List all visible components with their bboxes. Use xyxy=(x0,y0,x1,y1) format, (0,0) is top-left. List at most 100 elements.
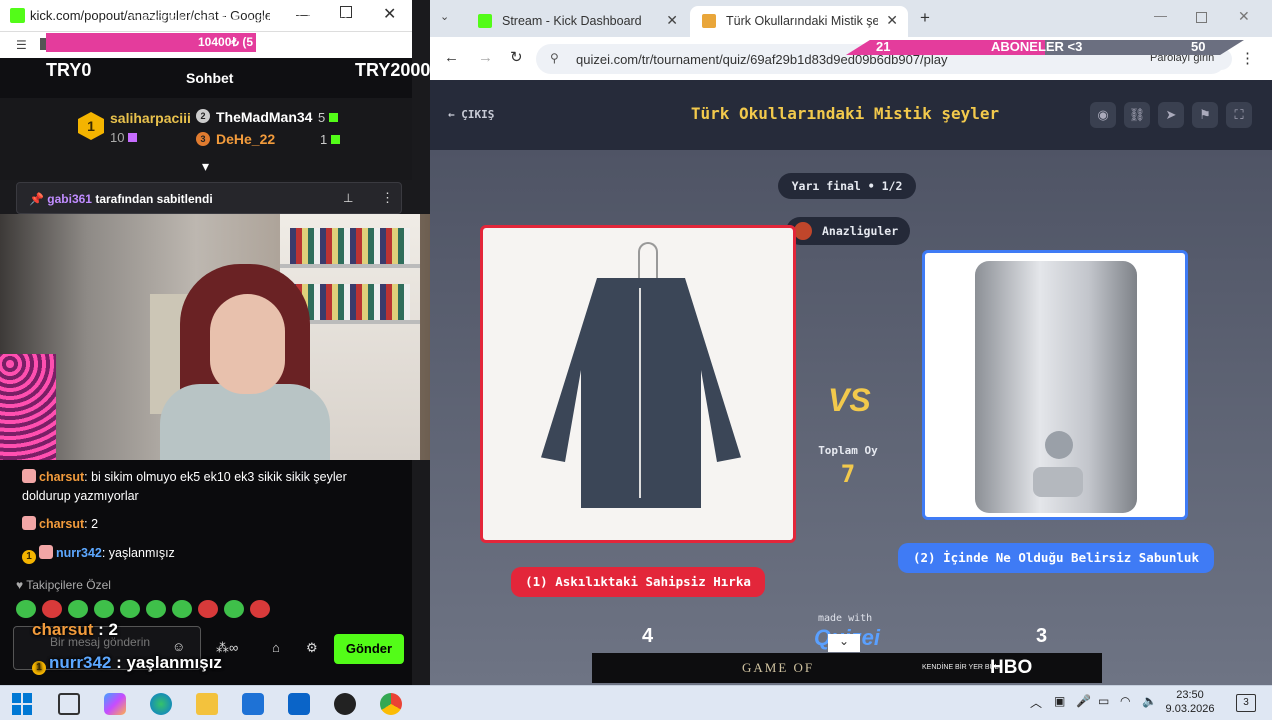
option-2-label[interactable]: (2) İçinde Ne Olduğu Belirsiz Sabunluk xyxy=(898,543,1214,573)
settings-gear-icon[interactable]: ⚙ xyxy=(306,640,318,656)
send-button[interactable]: Gönder xyxy=(334,634,404,664)
file-explorer-icon[interactable] xyxy=(196,693,218,715)
chat-username[interactable]: nurr342 xyxy=(56,546,102,560)
soap-dispenser-image xyxy=(975,261,1137,513)
task-view-icon[interactable] xyxy=(58,693,80,715)
hanger-image xyxy=(638,242,658,282)
close-window-button[interactable]: ✕ xyxy=(1238,8,1250,25)
chat-message: 1 nurr342: yaşlanmışız xyxy=(22,544,175,564)
author-chip[interactable]: Anazliguler xyxy=(786,217,910,245)
tab-strip: ⌄ Stream - Kick Dashboard ✕ Türk Okullar… xyxy=(430,0,1272,37)
close-button[interactable]: ✕ xyxy=(383,4,396,24)
cat-badge-icon xyxy=(39,545,53,559)
chat-messages: charsut: bi sikim olmuyo ek5 ek10 ek3 si… xyxy=(0,460,412,685)
zipper-image xyxy=(639,288,641,498)
expand-chevron-icon[interactable]: ▾ xyxy=(202,158,209,175)
overlay-bar-left: 21 xyxy=(876,39,891,54)
collapse-ad-chevron-icon[interactable]: ⌄ xyxy=(828,634,860,652)
emote-icon[interactable] xyxy=(68,600,88,618)
tray-app-icon[interactable]: ▣ xyxy=(1054,694,1065,708)
chat-username[interactable]: charsut xyxy=(39,470,84,484)
unpin-icon[interactable]: ⊥ xyxy=(343,191,353,205)
emote-row[interactable] xyxy=(16,600,276,620)
exit-button[interactable]: ← ÇIKIŞ xyxy=(448,108,494,121)
emote-icon[interactable] xyxy=(250,600,270,618)
leaderboard-header: TRY0 Sohbet TRY2000 xyxy=(0,58,430,98)
minimize-button[interactable]: — xyxy=(1154,8,1167,23)
tab-search-icon[interactable]: ⌄ xyxy=(440,10,449,23)
emote-icon[interactable] xyxy=(16,600,36,618)
chrome-icon[interactable] xyxy=(380,693,402,715)
emote-icon[interactable] xyxy=(94,600,114,618)
emote-icon[interactable] xyxy=(172,600,192,618)
volume-icon[interactable]: 🔈 xyxy=(1142,694,1157,708)
pin-icon: 📌 xyxy=(29,192,48,206)
store-icon[interactable]: ⌂ xyxy=(272,640,280,655)
flag-icon[interactable]: ⚑ xyxy=(1192,102,1218,128)
back-icon[interactable]: ← xyxy=(444,49,459,66)
site-settings-icon[interactable]: ☰ xyxy=(16,38,27,52)
quizei-favicon-icon xyxy=(702,14,716,28)
outlook-icon[interactable] xyxy=(288,693,310,715)
total-votes-label: Toplam Oy xyxy=(818,444,878,457)
emote-icon[interactable] xyxy=(146,600,166,618)
microphone-icon[interactable]: 🎤 xyxy=(1076,694,1091,708)
streamer-body xyxy=(160,384,330,460)
chat-username[interactable]: charsut xyxy=(39,517,84,531)
cat-badge-icon xyxy=(22,469,36,483)
gifter-3-name[interactable]: DeHe_22 xyxy=(216,131,275,147)
notification-center-icon[interactable]: 3 xyxy=(1236,694,1256,712)
overlay-bar-right: 50 xyxy=(1191,39,1206,54)
more-options-icon[interactable]: ⋮ xyxy=(381,190,394,206)
option-1-label[interactable]: (1) Askılıktaki Sahipsiz Hırka xyxy=(511,567,765,597)
chat-title: Sohbet xyxy=(186,70,234,86)
tab-label: Türk Okullarındaki Mistik şeyler xyxy=(726,14,878,28)
new-tab-button[interactable]: + xyxy=(920,8,930,28)
emoji-icon[interactable]: ☺ xyxy=(172,639,185,654)
gifter-1-name[interactable]: saliharpaciii xyxy=(110,110,191,126)
fullscreen-icon[interactable]: ⛶ xyxy=(1226,102,1252,128)
copilot-icon[interactable] xyxy=(104,693,126,715)
kick-favicon-icon xyxy=(478,14,492,28)
avatar xyxy=(794,222,812,240)
send-icon[interactable]: ➤ xyxy=(1158,102,1184,128)
pinned-user[interactable]: gabi361 xyxy=(47,192,92,206)
close-tab-icon[interactable]: ✕ xyxy=(666,12,678,29)
close-tab-icon[interactable]: ✕ xyxy=(886,12,898,29)
clock[interactable]: 23:50 9.03.2026 xyxy=(1160,688,1220,716)
obs-icon[interactable] xyxy=(334,693,356,715)
dispenser-window xyxy=(1045,431,1073,459)
option-2-card[interactable] xyxy=(922,250,1188,520)
maximize-button[interactable] xyxy=(1196,12,1207,23)
emote-icon[interactable] xyxy=(224,600,244,618)
emote-icon[interactable] xyxy=(120,600,140,618)
store-app-icon[interactable] xyxy=(242,693,264,715)
forward-icon[interactable]: → xyxy=(478,49,493,66)
option-1-card[interactable] xyxy=(480,225,796,543)
gifter-badge-icon: 1 xyxy=(32,661,46,675)
site-info-icon[interactable]: ⚲ xyxy=(550,51,559,65)
overlay-sub-bar: 21 ABONELER <3 50 xyxy=(846,40,1244,55)
emote-icon[interactable] xyxy=(42,600,62,618)
start-button-icon[interactable] xyxy=(12,693,34,715)
total-votes-value: 7 xyxy=(840,460,856,488)
edge-icon[interactable] xyxy=(150,693,172,715)
battery-icon[interactable]: ▭ xyxy=(1098,694,1109,708)
share-link-icon[interactable]: ⛓ xyxy=(1124,102,1150,128)
goal-right-label: TRY2000 xyxy=(355,60,431,80)
emote-icon[interactable] xyxy=(198,600,218,618)
tab-kick-dashboard[interactable]: Stream - Kick Dashboard ✕ xyxy=(466,6,688,37)
tab-quiz[interactable]: Türk Okullarındaki Mistik şeyler ✕ xyxy=(690,6,908,37)
tab-label: Stream - Kick Dashboard xyxy=(502,14,642,28)
windows-taskbar: ︿ ▣ 🎤 ▭ ◠ 🔈 23:50 9.03.2026 3 xyxy=(0,685,1272,720)
pinned-message[interactable]: 📌 gabi361 tarafından sabitlendi ⊥ ⋮ xyxy=(16,182,402,214)
menu-icon[interactable]: ⋮ xyxy=(1240,49,1255,67)
author-name: Anazliguler xyxy=(822,224,899,238)
reload-icon[interactable]: ↻ xyxy=(510,48,523,66)
gifter-2-name[interactable]: TheMadMan34 xyxy=(216,109,312,125)
eye-icon[interactable]: ◉ xyxy=(1090,102,1116,128)
wifi-icon[interactable]: ◠ xyxy=(1120,694,1130,708)
hoodie-image xyxy=(541,278,741,508)
tray-chevron-icon[interactable]: ︿ xyxy=(1030,694,1042,711)
hbo-ad-banner[interactable]: GAME OF KENDİNE BİR YER BUL HBO xyxy=(592,653,1102,683)
